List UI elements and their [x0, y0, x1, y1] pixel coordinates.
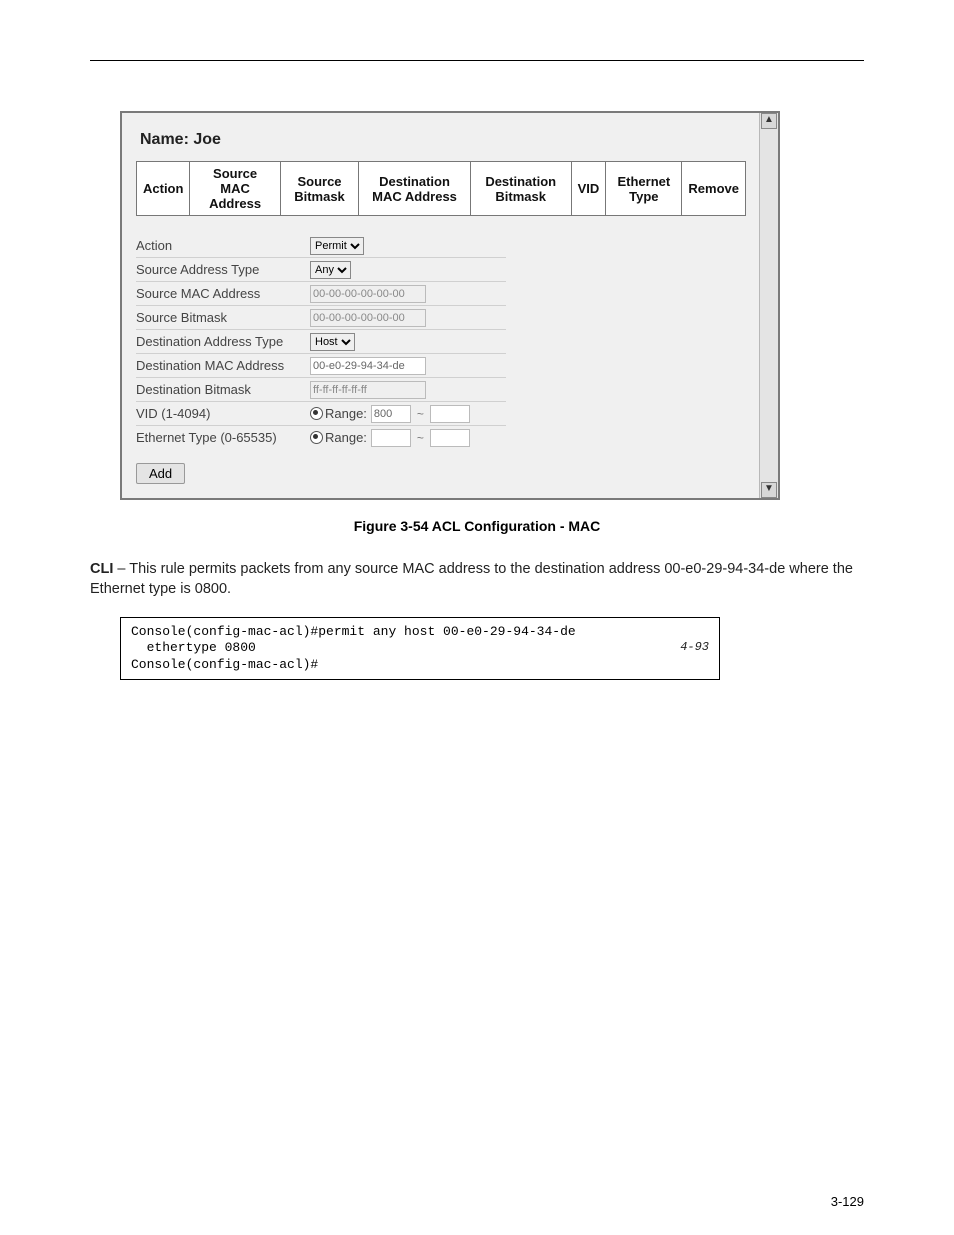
- dst-addr-type-select[interactable]: Host: [310, 333, 355, 351]
- th-action: Action: [137, 162, 190, 216]
- cli-intro-paragraph: CLI – This rule permits packets from any…: [90, 560, 864, 599]
- eth-range-from-input[interactable]: [371, 429, 411, 447]
- vid-range-radio[interactable]: Range:: [310, 406, 367, 421]
- radio-checked-icon: [310, 407, 323, 420]
- th-eth-type: Ethernet Type: [606, 162, 682, 216]
- dst-addr-type-label: Destination Address Type: [136, 332, 310, 351]
- th-vid: VID: [571, 162, 606, 216]
- scroll-up-icon[interactable]: ▲: [761, 113, 777, 129]
- acl-config-screenshot: ▲ ▼ Name: Joe Action Source MAC Address …: [120, 111, 780, 500]
- page-number: 3-129: [831, 1194, 864, 1209]
- eth-range-label: Range:: [325, 430, 367, 445]
- dst-mac-input[interactable]: [310, 357, 426, 375]
- vid-label: VID (1-4094): [136, 404, 310, 423]
- eth-type-label: Ethernet Type (0-65535): [136, 428, 310, 447]
- figure-caption: Figure 3-54 ACL Configuration - MAC: [90, 518, 864, 534]
- src-addr-type-select[interactable]: Any: [310, 261, 351, 279]
- vid-range-label: Range:: [325, 406, 367, 421]
- top-rule: [90, 60, 864, 61]
- src-mac-input[interactable]: [310, 285, 426, 303]
- scrollbar[interactable]: ▲ ▼: [759, 113, 778, 498]
- dst-bitmask-input[interactable]: [310, 381, 426, 399]
- add-button[interactable]: Add: [136, 463, 185, 484]
- radio-checked-icon: [310, 431, 323, 444]
- vid-range-to-input[interactable]: [430, 405, 470, 423]
- dst-mac-label: Destination MAC Address: [136, 356, 310, 375]
- th-src-mac: Source MAC Address: [190, 162, 280, 216]
- src-addr-type-label: Source Address Type: [136, 260, 310, 279]
- tilde-icon: ~: [415, 407, 426, 421]
- acl-form: Action Permit Source Address Type Any: [136, 234, 506, 449]
- tilde-icon: ~: [415, 431, 426, 445]
- eth-range-radio[interactable]: Range:: [310, 430, 367, 445]
- th-dst-bitmask: Destination Bitmask: [470, 162, 571, 216]
- cli-console-block: Console(config-mac-acl)#permit any host …: [120, 617, 720, 680]
- console-line3: Console(config-mac-acl)#: [131, 657, 318, 672]
- th-src-bitmask: Source Bitmask: [280, 162, 359, 216]
- th-remove: Remove: [682, 162, 746, 216]
- action-label: Action: [136, 236, 310, 255]
- acl-name-title: Name: Joe: [140, 131, 764, 149]
- dst-bitmask-label: Destination Bitmask: [136, 380, 310, 399]
- src-bitmask-label: Source Bitmask: [136, 308, 310, 327]
- action-select[interactable]: Permit: [310, 237, 364, 255]
- eth-range-to-input[interactable]: [430, 429, 470, 447]
- src-bitmask-input[interactable]: [310, 309, 426, 327]
- table-header-row: Action Source MAC Address Source Bitmask…: [137, 162, 746, 216]
- th-dst-mac: Destination MAC Address: [359, 162, 471, 216]
- scroll-down-icon[interactable]: ▼: [761, 482, 777, 498]
- console-line2: ethertype 0800: [131, 640, 256, 655]
- console-page-ref: 4-93: [680, 640, 709, 655]
- console-line1: Console(config-mac-acl)#permit any host …: [131, 624, 576, 639]
- src-mac-label: Source MAC Address: [136, 284, 310, 303]
- cli-label: CLI: [90, 561, 113, 577]
- acl-rules-table: Action Source MAC Address Source Bitmask…: [136, 161, 746, 216]
- vid-range-from-input[interactable]: [371, 405, 411, 423]
